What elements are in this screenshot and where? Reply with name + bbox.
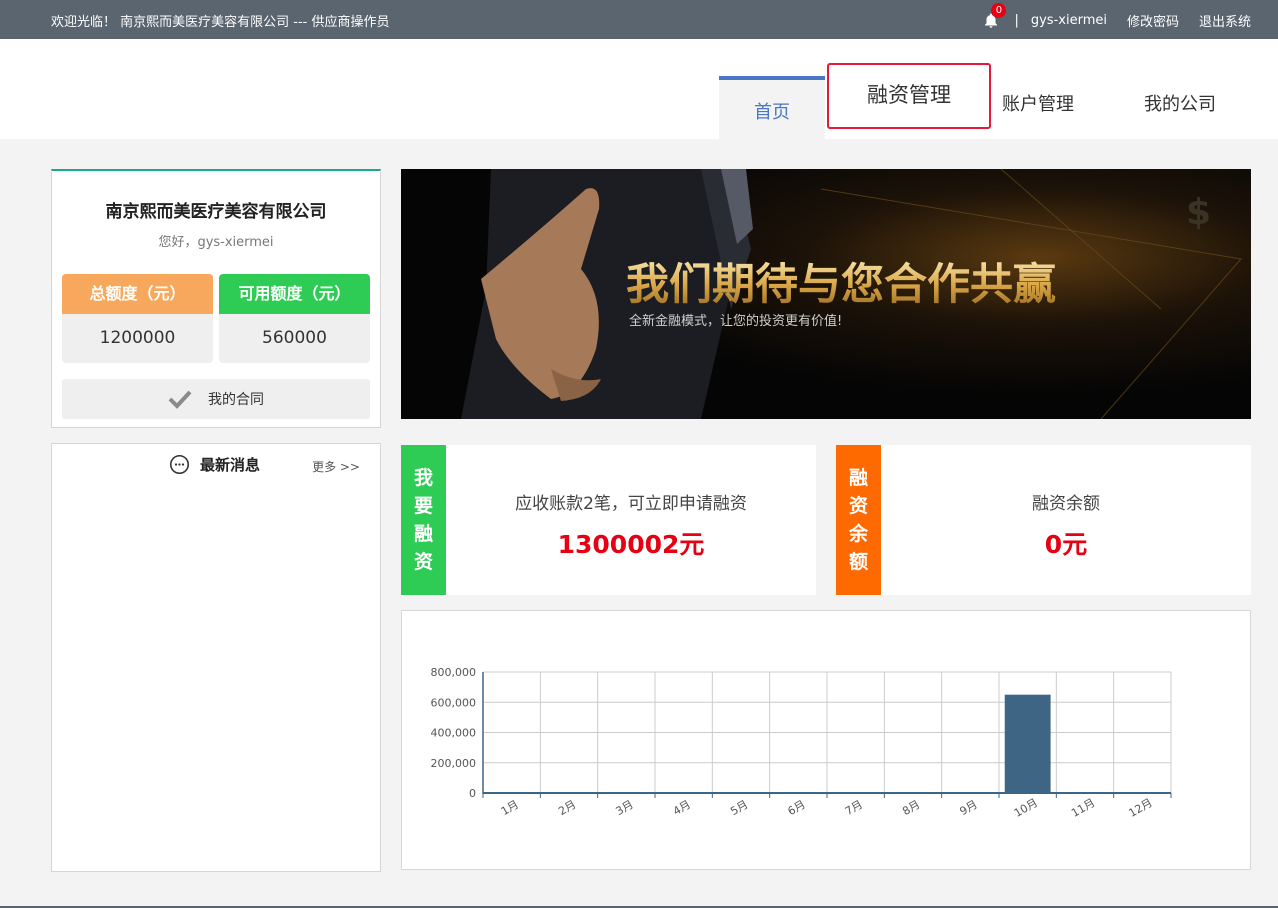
- monthly-chart-panel: 0 200,000 400,000 600,000 800,000 1月 2月 3月 4月 5月 6…: [401, 610, 1251, 870]
- x-tick-label: 9月: [958, 798, 980, 818]
- financing-balance-side: 融 资 余 额: [836, 445, 881, 595]
- banner-subline: 全新金融模式，让您的投资更有价值!: [629, 313, 842, 329]
- side-char: 要: [413, 495, 433, 517]
- total-quota-box: 总额度（元） 1200000: [62, 274, 213, 363]
- x-tick-label: 8月: [900, 798, 922, 818]
- total-quota-value: 1200000: [99, 328, 176, 348]
- news-title-label: 最新消息: [200, 456, 261, 474]
- x-tick-label: 2月: [556, 798, 578, 818]
- receivables-text: 应收账款2笔，可立即申请融资: [515, 494, 747, 514]
- x-tick-label: 3月: [614, 798, 636, 818]
- side-char: 资: [413, 551, 433, 573]
- monthly-bar-chart: 0 200,000 400,000 600,000 800,000 1月 2月 3月 4月 5月 6…: [431, 666, 1172, 820]
- total-quota-label: 总额度（元）: [62, 274, 213, 314]
- financing-balance-card[interactable]: 融 资 余 额 融资余额 0元: [836, 445, 1251, 595]
- logout-link[interactable]: 退出系统: [1199, 11, 1251, 30]
- side-char: 我: [413, 467, 433, 489]
- x-tick-label: 7月: [843, 798, 865, 818]
- receivables-amount: 1300002元: [557, 530, 705, 559]
- my-contract-label: 我的合同: [208, 392, 264, 408]
- news-title: 最新消息: [169, 454, 260, 475]
- financing-balance-label: 融资余额: [1032, 494, 1100, 514]
- nav-account-management[interactable]: 账户管理: [993, 76, 1083, 139]
- header: 首页 融资管理 账户管理 我的公司: [0, 39, 1278, 139]
- x-tick-label: 10月: [1012, 796, 1040, 820]
- banner-headline: 我们期待与您合作共赢: [626, 260, 1056, 310]
- news-more-link[interactable]: 更多 >>: [312, 458, 360, 475]
- notification-bell[interactable]: 0: [982, 2, 1007, 30]
- greeting: 您好，gys-xiermei: [158, 235, 274, 250]
- side-char: 余: [848, 523, 868, 545]
- bar: [1004, 694, 1051, 793]
- top-bar: 欢迎光临！ 南京熙而美医疗美容有限公司 --- 供应商操作员 0 | gys-x…: [0, 0, 1278, 39]
- notification-badge: 0: [991, 2, 1007, 18]
- x-tick-label: 5月: [728, 798, 750, 818]
- nav-my-company[interactable]: 我的公司: [1130, 76, 1230, 139]
- apply-financing-side: 我 要 融 资: [401, 445, 446, 595]
- available-quota-box: 可用额度（元） 560000: [219, 274, 370, 363]
- y-tick-label: 600,000: [431, 696, 477, 709]
- dollar-symbol: $: [1186, 192, 1211, 233]
- company-name: 南京熙而美医疗美容有限公司: [105, 202, 327, 222]
- checkmark-icon: [168, 390, 192, 409]
- y-tick-label: 0: [469, 787, 476, 800]
- promo-banner: $ 我们期待与您合作共赢 全新金融模式，让您的投资更有价值!: [401, 169, 1251, 419]
- username: gys-xiermei: [1030, 13, 1107, 28]
- side-char: 融: [848, 467, 868, 489]
- x-tick-label: 11月: [1069, 796, 1097, 820]
- company-profile-panel: 南京熙而美医疗美容有限公司 您好，gys-xiermei 总额度（元） 1200…: [51, 169, 381, 428]
- x-tick-label: 4月: [671, 798, 693, 818]
- chat-bubble-icon: [169, 454, 190, 475]
- news-panel: 最新消息 更多 >>: [51, 443, 381, 872]
- y-tick-label: 200,000: [431, 757, 477, 770]
- side-char: 融: [413, 523, 433, 545]
- top-bar-right: 0 | gys-xiermei 修改密码 退出系统: [982, 2, 1251, 30]
- financing-balance-amount: 0元: [1044, 530, 1088, 559]
- x-tick-label: 12月: [1127, 796, 1155, 820]
- divider: |: [1014, 13, 1019, 28]
- welcome-text: 欢迎光临！ 南京熙而美医疗美容有限公司 --- 供应商操作员: [51, 15, 390, 30]
- x-tick-label: 1月: [499, 798, 521, 818]
- y-tick-label: 800,000: [431, 666, 477, 679]
- side-char: 额: [848, 551, 868, 573]
- my-contract-button[interactable]: 我的合同: [62, 379, 370, 419]
- x-tick-label: 6月: [786, 798, 808, 818]
- nav-home[interactable]: 首页: [719, 76, 825, 139]
- side-char: 资: [848, 495, 868, 517]
- apply-financing-card[interactable]: 我 要 融 资 应收账款2笔，可立即申请融资 1300002元: [401, 445, 816, 595]
- y-tick-label: 400,000: [431, 727, 477, 740]
- change-password-link[interactable]: 修改密码: [1127, 11, 1179, 30]
- available-quota-value: 560000: [262, 328, 327, 348]
- available-quota-label: 可用额度（元）: [219, 274, 370, 314]
- nav-finance-management[interactable]: 融资管理: [827, 63, 991, 129]
